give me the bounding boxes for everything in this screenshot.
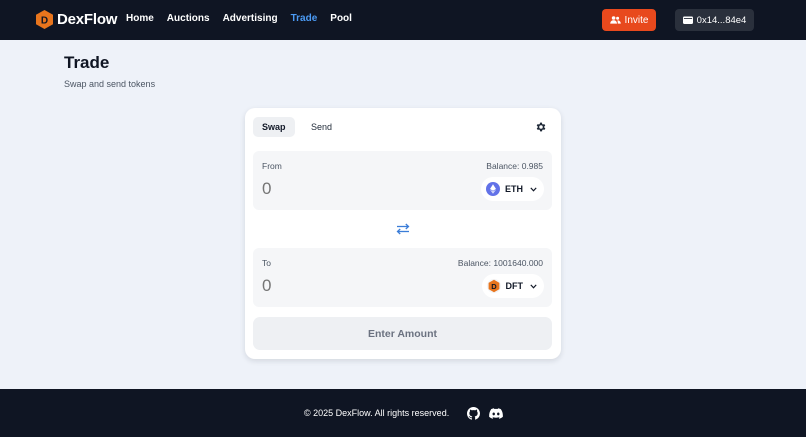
- nav-home[interactable]: Home: [126, 13, 154, 24]
- svg-text:D: D: [41, 16, 48, 27]
- brand-logo[interactable]: D DexFlow: [36, 10, 117, 29]
- nav-auctions[interactable]: Auctions: [167, 13, 210, 24]
- invite-label: Invite: [624, 14, 649, 26]
- page-subtitle: Swap and send tokens: [64, 79, 156, 89]
- nav-pool[interactable]: Pool: [330, 13, 352, 24]
- tab-swap[interactable]: Swap: [253, 117, 295, 137]
- to-label: To: [262, 258, 271, 268]
- swap-card: Swap Send From Balance: 0.985 ETH To B: [245, 108, 561, 359]
- chevron-down-icon: [530, 283, 537, 289]
- wallet-address: 0x14...84e4: [696, 14, 747, 26]
- to-token-symbol: DFT: [505, 281, 524, 291]
- brand-name: DexFlow: [57, 11, 118, 28]
- top-navigation-bar: D DexFlow Home Auctions Advertising Trad…: [0, 0, 806, 40]
- arrows-swap-icon[interactable]: [396, 223, 410, 235]
- from-label: From: [262, 161, 282, 171]
- eth-token-icon: [486, 182, 500, 196]
- to-panel: To Balance: 1001640.000 D DFT: [253, 248, 552, 307]
- from-panel: From Balance: 0.985 ETH: [253, 151, 552, 210]
- gear-icon[interactable]: [535, 121, 547, 133]
- invite-button[interactable]: Invite: [602, 9, 656, 31]
- chevron-down-icon: [530, 186, 537, 192]
- to-token-select[interactable]: D DFT: [481, 274, 544, 298]
- to-balance: Balance: 1001640.000: [457, 258, 543, 268]
- users-icon: [609, 16, 621, 24]
- svg-text:D: D: [491, 282, 497, 291]
- from-token-select[interactable]: ETH: [481, 177, 544, 201]
- dft-token-icon: D: [486, 279, 501, 293]
- nav-trade[interactable]: Trade: [291, 13, 318, 24]
- from-amount-input[interactable]: [262, 179, 412, 199]
- dexflow-logo-icon: D: [36, 10, 53, 29]
- main-nav: Home Auctions Advertising Trade Pool: [126, 13, 365, 24]
- discord-icon[interactable]: [489, 407, 503, 420]
- tab-send[interactable]: Send: [302, 117, 341, 137]
- github-icon[interactable]: [467, 407, 480, 420]
- nav-advertising[interactable]: Advertising: [223, 13, 278, 24]
- enter-amount-button[interactable]: Enter Amount: [253, 317, 552, 350]
- wallet-button[interactable]: 0x14...84e4: [675, 9, 754, 31]
- footer: © 2025 DexFlow. All rights reserved.: [0, 389, 806, 437]
- from-token-symbol: ETH: [505, 184, 523, 194]
- to-amount-input[interactable]: [262, 276, 412, 296]
- copyright-text: © 2025 DexFlow. All rights reserved.: [304, 408, 450, 418]
- wallet-icon: [682, 16, 693, 24]
- from-balance: Balance: 0.985: [486, 161, 543, 171]
- page-title: Trade: [64, 53, 110, 72]
